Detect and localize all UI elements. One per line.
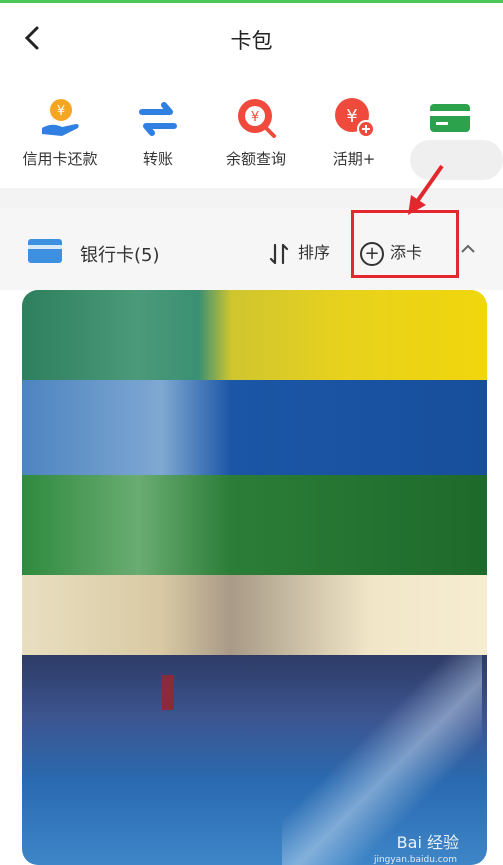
bank-card-2[interactable]	[22, 380, 487, 475]
quick-action-label: 余额查询	[225, 150, 286, 168]
green-card-icon	[426, 94, 474, 142]
sort-label: 排序	[298, 243, 331, 262]
watermark-text: Bai 经验	[396, 833, 459, 852]
transfer-arrows-icon	[134, 94, 182, 142]
quick-action-label: 信用卡还款	[22, 150, 98, 168]
bank-card-5[interactable]: Bai 经验 jingyan.baidu.com	[22, 655, 487, 865]
annotation-arrow	[408, 164, 444, 215]
quick-action-balance[interactable]: ¥ 余额查询	[206, 88, 306, 169]
chevron-up-icon[interactable]	[459, 240, 477, 263]
quick-action-current-deposit[interactable]: ¥ 活期+	[304, 88, 404, 169]
bank-card-1[interactable]	[22, 290, 487, 380]
watermark-subtext: jingyan.baidu.com	[373, 855, 457, 865]
page-title: 卡包	[230, 29, 273, 53]
quick-action-label: 转账	[142, 150, 173, 168]
svg-text:¥: ¥	[346, 106, 357, 127]
sort-button[interactable]: 排序	[268, 239, 330, 265]
svg-text:¥: ¥	[251, 110, 259, 125]
svg-text:¥: ¥	[57, 104, 65, 119]
quick-action-label: 活期+	[332, 150, 376, 168]
coin-search-icon: ¥	[232, 94, 280, 142]
bank-card-list: Bai 经验 jingyan.baidu.com	[22, 290, 487, 865]
hand-coin-icon: ¥	[36, 94, 84, 142]
card-pixel-accent	[162, 675, 174, 710]
bank-card-4[interactable]	[22, 575, 487, 655]
bank-card-count-label: 银行卡(5)	[80, 245, 160, 266]
quick-action-credit-repay[interactable]: ¥ 信用卡还款	[10, 88, 110, 169]
sort-icon	[269, 243, 289, 264]
coin-plus-icon: ¥	[330, 94, 378, 142]
header-bar: 卡包	[0, 3, 503, 73]
bank-card-icon	[28, 239, 62, 263]
quick-action-card[interactable]	[400, 88, 500, 148]
quick-action-transfer[interactable]: 转账	[108, 88, 208, 169]
bank-card-3[interactable]	[22, 475, 487, 575]
